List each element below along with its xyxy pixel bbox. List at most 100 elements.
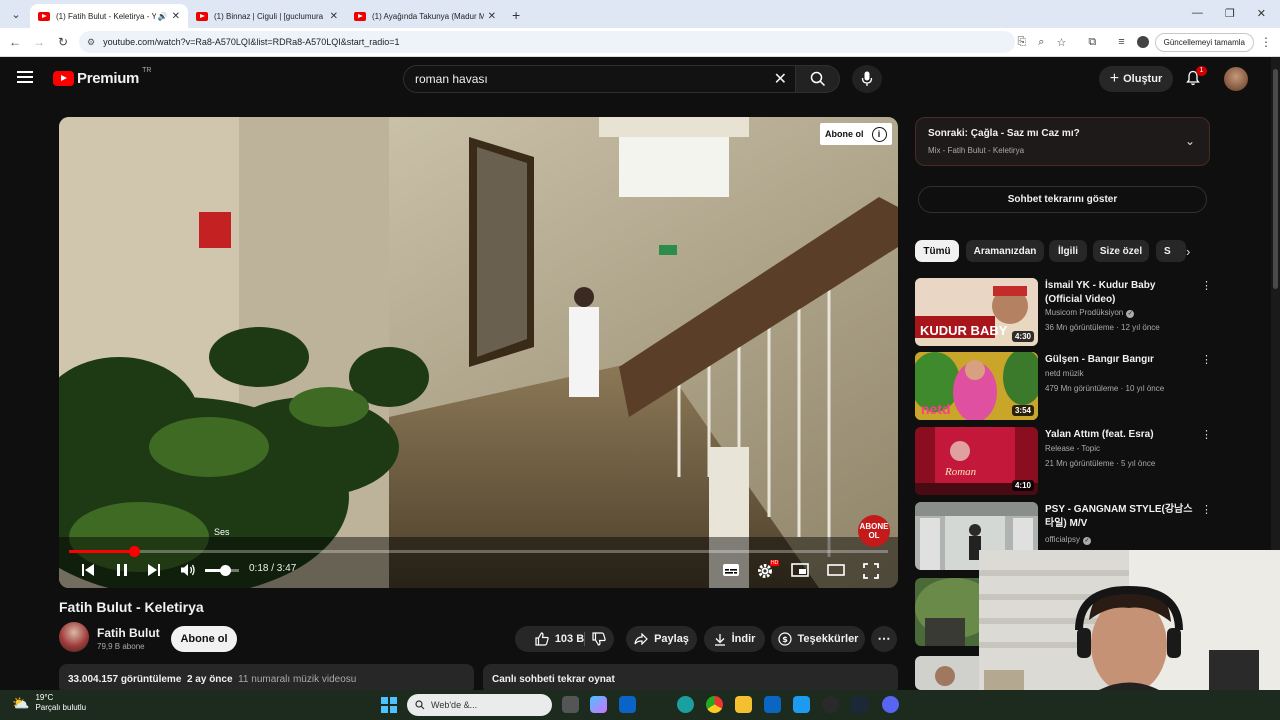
create-button[interactable]: + Oluştur [1099,66,1173,92]
miniplayer-icon[interactable] [791,563,809,577]
search-button[interactable] [796,65,840,93]
install-icon[interactable]: ⎘ [1017,36,1026,49]
taskbar-search[interactable]: Web'de &... [407,694,552,716]
reload-icon[interactable]: ↻ [51,35,75,49]
copilot-icon[interactable] [590,696,607,713]
more-options-icon[interactable]: ⋮ [1201,503,1212,516]
outlook-icon[interactable] [619,696,636,713]
music-video-rank[interactable]: 11 numaralı müzik videosu [238,674,356,685]
forward-icon[interactable]: → [27,35,51,49]
up-next-panel[interactable]: Sonraki: Çağla - Saz mı Caz mı? Mix - Fa… [915,117,1210,166]
like-count[interactable]: 103 B [555,633,584,645]
extensions-icon[interactable]: ⧉ [1088,36,1096,49]
new-tab-button[interactable]: + [512,7,520,23]
subscribe-button[interactable]: Abone ol [171,626,237,652]
chrome-icon[interactable] [706,696,723,713]
browser-menu-icon[interactable]: ⋮ [1260,35,1272,49]
tab-search-button[interactable]: ⌄ [4,3,28,25]
channel-avatar[interactable] [59,622,89,652]
progress-scrubber[interactable] [128,546,140,557]
task-view-icon[interactable] [562,696,579,713]
close-tab-icon[interactable]: ✕ [172,11,180,22]
recommendation-item[interactable]: netd 3:54 Gülşen - Bangır Bangır netd mü… [915,352,1212,420]
back-icon[interactable]: ← [3,35,27,49]
theater-mode-icon[interactable] [827,563,845,577]
edge-icon[interactable] [677,696,694,713]
pause-icon[interactable] [115,563,129,577]
progress-bar[interactable] [69,546,888,557]
video-player[interactable]: Abone ol i ABONE OL Ses 0:18 / 3:47 HD [59,117,898,588]
close-tab-icon[interactable]: ✕ [488,11,496,22]
overlay-subscribe-button[interactable]: Abone ol i [820,123,892,145]
voice-search-button[interactable] [852,65,882,93]
youtube-logo[interactable]: Premium TR [53,67,151,87]
discord-icon[interactable] [882,696,899,713]
more-actions-button[interactable]: ⋯ [871,626,897,652]
previous-icon[interactable] [81,563,95,577]
volume-slider[interactable] [205,565,239,576]
file-explorer-icon[interactable] [735,696,752,713]
hamburger-menu-icon[interactable] [17,71,33,83]
maximize-icon[interactable]: ❐ [1225,7,1235,20]
weather-widget[interactable]: ⛅ 19°C Parçalı bulutlu [12,693,86,713]
more-options-icon[interactable]: ⋮ [1201,353,1212,366]
rec-title[interactable]: Gülşen - Bangır Bangır [1045,353,1195,367]
chip-for-you[interactable]: Size özel [1093,240,1149,262]
chip-from-search[interactable]: Aramanızdan [966,240,1044,262]
next-icon[interactable] [147,563,161,577]
fullscreen-icon[interactable] [863,563,879,579]
clear-search-icon[interactable]: ✕ [774,69,787,89]
recommendation-item[interactable]: KUDUR BABY 4:30 İsmail YK - Kudur Baby (… [915,278,1212,346]
zoom-icon[interactable]: ⌕ [1038,36,1044,49]
windows-start-icon[interactable] [381,697,397,713]
scrollbar-thumb[interactable] [1273,69,1278,289]
chevron-down-icon[interactable]: ⌄ [1185,134,1195,148]
obs-icon[interactable] [822,696,839,713]
dislike-icon[interactable] [592,632,606,646]
rec-channel[interactable]: Release - Topic [1045,444,1100,453]
channel-watermark[interactable]: ABONE OL [858,515,890,547]
rec-channel[interactable]: officialpsy ✓ [1045,535,1091,545]
channel-name[interactable]: Fatih Bulut [97,626,160,640]
search-input[interactable]: roman havası ✕ [403,65,796,93]
close-tab-icon[interactable]: ✕ [330,11,338,22]
close-window-icon[interactable]: ✕ [1257,7,1266,20]
show-chat-replay-button[interactable]: Sohbet tekrarını göster [918,186,1207,213]
bookmark-star-icon[interactable]: ☆ [1056,36,1066,49]
rec-title[interactable]: İsmail YK - Kudur Baby (Official Video) [1045,279,1195,307]
info-icon[interactable]: i [871,126,887,142]
subtitles-icon[interactable] [722,563,740,577]
profile-icon[interactable] [1136,36,1149,48]
linkedin-icon[interactable] [764,696,781,713]
rec-title[interactable]: PSY - GANGNAM STYLE(강남스타일) M/V [1045,503,1195,531]
site-info-icon[interactable]: ⚙ [87,37,95,48]
browser-tab-2[interactable]: (1) Binnaz | Ciguli | [guclumura ✕ [188,4,346,28]
chip-partial[interactable]: S [1156,240,1186,262]
chip-all[interactable]: Tümü [915,240,959,262]
thanks-button[interactable]: $ Teşekkürler [771,626,865,652]
like-icon[interactable] [535,632,549,646]
steam-icon[interactable] [851,696,868,713]
rec-channel[interactable]: Musicom Prodüksiyon ✓ [1045,308,1135,318]
notifications-button[interactable]: 1 [1185,66,1207,86]
media-icon[interactable]: ≡ [1118,36,1124,48]
recommendation-item[interactable]: Roman 4:10 Yalan Attım (feat. Esra) Rele… [915,427,1212,495]
update-button[interactable]: Güncellemeyi tamamla [1154,32,1254,52]
address-bar[interactable]: ⚙ youtube.com/watch?v=Ra8-A570LQI&list=R… [79,31,1015,53]
chip-related[interactable]: İlgili [1049,240,1087,262]
speaker-icon[interactable]: 🔊 [158,12,168,21]
twitter-icon[interactable] [793,696,810,713]
account-avatar[interactable] [1224,67,1248,91]
video-frame [59,117,898,588]
volume-icon[interactable] [180,563,196,577]
rec-title[interactable]: Yalan Attım (feat. Esra) [1045,428,1195,442]
browser-tab-1[interactable]: (1) Fatih Bulut - Keletirya - Y 🔊 ✕ [30,4,188,28]
rec-channel[interactable]: netd müzik [1045,369,1084,378]
minimize-icon[interactable]: — [1192,7,1203,20]
browser-tab-3[interactable]: (1) Ayağında Takunya (Madur M ✕ [346,4,504,28]
more-options-icon[interactable]: ⋮ [1201,428,1212,441]
share-button[interactable]: Paylaş [626,626,697,652]
chevron-right-icon[interactable]: › [1186,244,1190,259]
more-options-icon[interactable]: ⋮ [1201,279,1212,292]
download-button[interactable]: İndir [704,626,765,652]
